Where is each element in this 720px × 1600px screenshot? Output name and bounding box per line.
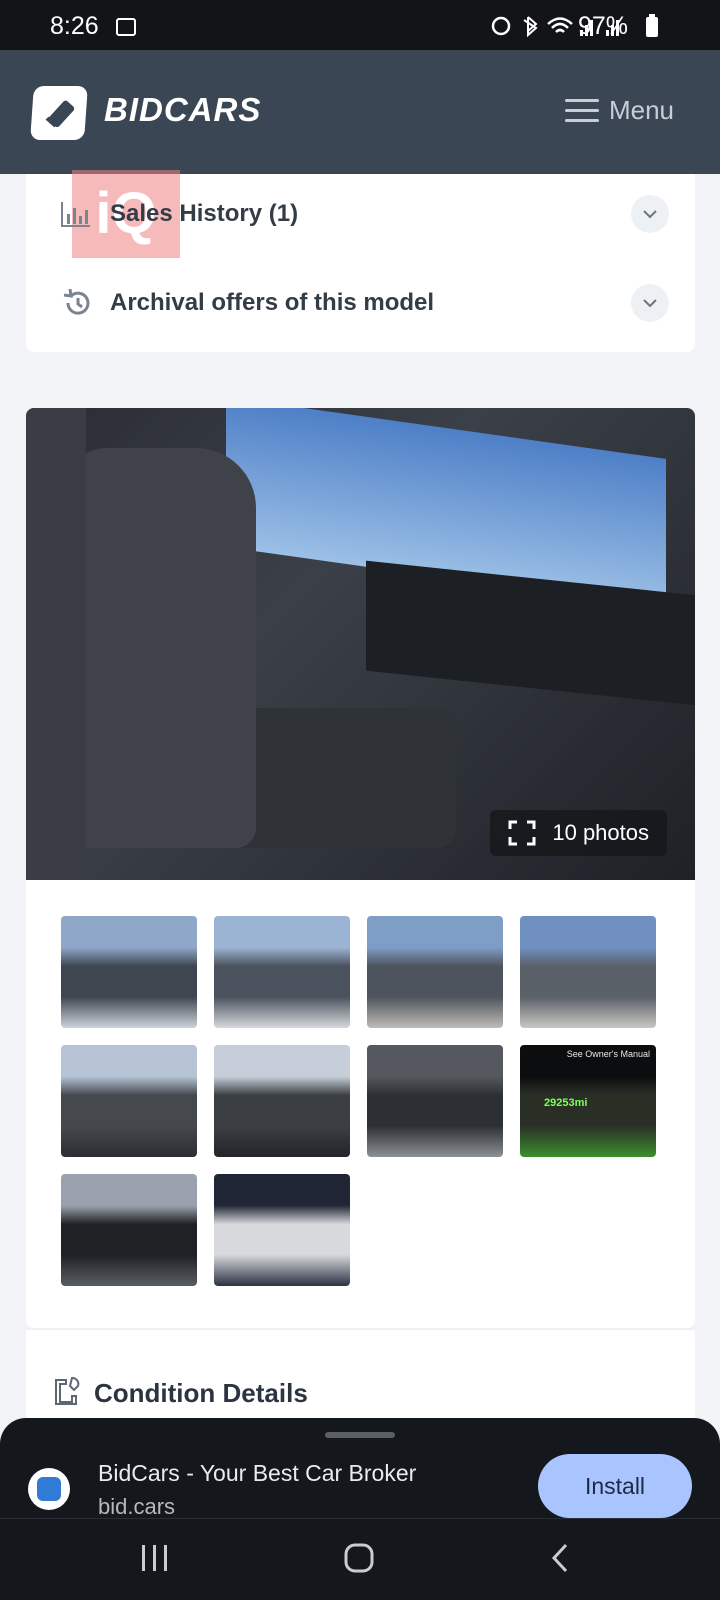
- alarm-icon: [491, 16, 511, 36]
- condition-title: Condition Details: [94, 1378, 308, 1408]
- thumbnail-rear-left[interactable]: [520, 916, 656, 1028]
- battery-percentage: 97%: [577, 12, 628, 40]
- chevron-down-icon[interactable]: [631, 195, 669, 233]
- banner-url: bid.cars: [98, 1494, 176, 1519]
- logo-text[interactable]: BIDCARS: [104, 91, 261, 129]
- fullscreen-icon: [508, 820, 536, 846]
- menu-label: Menu: [608, 94, 674, 125]
- thumbnail-odometer[interactable]: See Owner's Manual 29253mi: [520, 1045, 656, 1157]
- back-icon[interactable]: [551, 1543, 568, 1573]
- thumbnail-interior-rear-seat[interactable]: [214, 1045, 350, 1157]
- install-button[interactable]: Install: [538, 1454, 692, 1518]
- hamburger-icon: [564, 97, 599, 123]
- drag-handle[interactable]: [325, 1432, 395, 1438]
- thumbnail-vin-label[interactable]: [214, 1174, 350, 1286]
- home-icon[interactable]: [344, 1543, 374, 1573]
- bluetooth-icon: [523, 16, 538, 38]
- install-app-banner: BidCars - Your Best Car Broker bid.cars …: [0, 1418, 720, 1519]
- accordion-label: Sales History (1): [110, 200, 299, 227]
- battery-icon: [646, 14, 658, 37]
- bidcars-logo-icon[interactable]: [30, 86, 88, 140]
- thumbnail-rear-right[interactable]: [367, 916, 503, 1028]
- bar-chart-icon: [61, 202, 90, 227]
- system-nav-bar: [0, 1518, 720, 1600]
- menu-button[interactable]: Menu: [564, 90, 674, 130]
- thumbnail-dashboard[interactable]: [61, 1174, 197, 1286]
- thumbnail-front-left-damaged[interactable]: [61, 916, 197, 1028]
- wrench-icon: [55, 1377, 80, 1405]
- photo-count-label: 10 photos: [552, 820, 649, 845]
- condition-section: Condition Details: [26, 1328, 695, 1418]
- accordion-label: Archival offers of this model: [110, 289, 435, 316]
- chevron-down-icon[interactable]: [631, 284, 669, 322]
- info-accordion: iQ Sales History (1) Archival offers of …: [26, 170, 695, 352]
- odometer-reading: 29253mi: [544, 1097, 588, 1109]
- wifi-icon: [547, 17, 573, 33]
- thumbnail-engine-bay[interactable]: [367, 1045, 503, 1157]
- site-header: BIDCARS Menu: [0, 50, 720, 174]
- photo-count-button[interactable]: 10 photos: [490, 810, 667, 856]
- banner-title: BidCars - Your Best Car Broker: [98, 1460, 417, 1486]
- main-photo[interactable]: 10 photos: [26, 408, 695, 880]
- recent-apps-icon[interactable]: [142, 1545, 167, 1571]
- gallery-icon: [116, 18, 136, 36]
- status-bar: 8:26 97%: [0, 0, 720, 50]
- accordion-sales-history[interactable]: iQ Sales History (1): [26, 170, 695, 258]
- photo-gallery: 10 photos See Owner's Manual 29253mi: [26, 408, 695, 1328]
- odometer-caption: See Owner's Manual: [566, 1049, 650, 1059]
- history-icon: [63, 289, 90, 315]
- status-time: 8:26: [50, 12, 99, 40]
- app-icon: [28, 1468, 70, 1510]
- thumbnail-front-right-damaged[interactable]: [214, 916, 350, 1028]
- accordion-archival-offers[interactable]: Archival offers of this model: [26, 273, 695, 333]
- thumbnail-interior-front-seat[interactable]: [61, 1045, 197, 1157]
